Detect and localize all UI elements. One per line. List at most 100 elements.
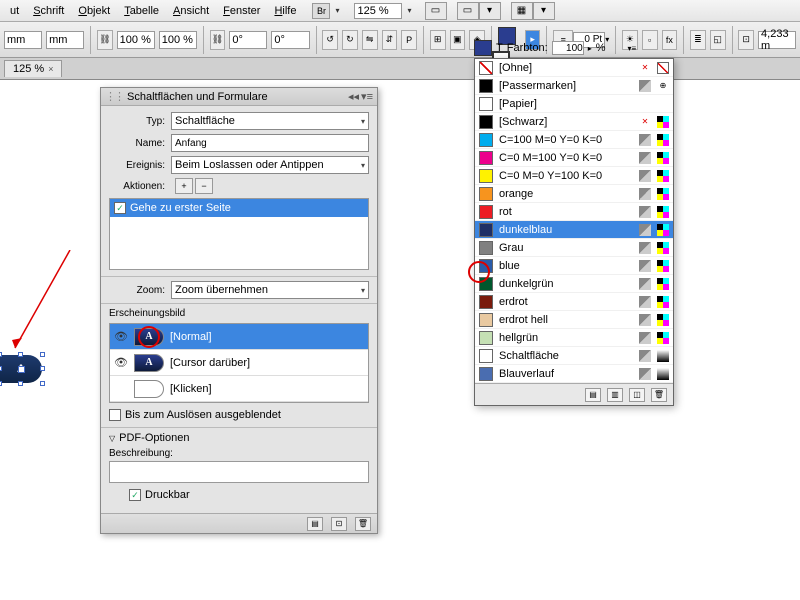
swatch-row[interactable]: Schaltfläche — [475, 347, 673, 365]
swatch-row[interactable]: [Schwarz]✕ — [475, 113, 673, 131]
action-checkbox-icon[interactable]: ✓ — [114, 202, 126, 214]
rotate-field[interactable]: 0° — [229, 31, 267, 49]
swatch-row[interactable]: blue — [475, 257, 673, 275]
scale-y-field[interactable]: 100 % — [159, 31, 197, 49]
link-icon[interactable]: ⛓ — [97, 30, 113, 50]
action-list[interactable]: ✓Gehe zu erster Seite — [109, 198, 369, 270]
para-icon[interactable]: P — [401, 30, 417, 50]
swatch-list[interactable]: [Ohne]✕[Passermarken]⊕ [Papier] [Schwarz]✕… — [475, 59, 673, 383]
swatch-row[interactable]: [Ohne]✕ — [475, 59, 673, 77]
swatch-row[interactable]: dunkelgrün — [475, 275, 673, 293]
menu-schrift[interactable]: Schrift — [27, 3, 70, 19]
printable-checkbox[interactable]: ✓ — [129, 489, 141, 501]
view-mode-icon[interactable]: ▭ — [425, 2, 447, 20]
pdf-options-section[interactable]: PDF-Optionen — [109, 432, 369, 444]
swatch-row[interactable]: erdrot hell — [475, 311, 673, 329]
frame-fit-icon[interactable]: ⊡ — [738, 30, 754, 50]
eye-icon[interactable]: 👁 — [114, 356, 128, 369]
swatch-row[interactable]: Grau — [475, 239, 673, 257]
description-field[interactable] — [109, 461, 369, 483]
panel-menu-icon[interactable]: ▾≡ — [628, 44, 637, 53]
action-row[interactable]: ✓Gehe zu erster Seite — [110, 199, 368, 217]
new-swatch-2-icon[interactable]: ▥ — [607, 388, 623, 402]
preview-icon[interactable]: ▤ — [307, 517, 323, 531]
rotate-ccw-icon[interactable]: ↺ — [322, 30, 338, 50]
swatch-row[interactable]: rot — [475, 203, 673, 221]
bridge-dropdown-icon[interactable]: ▾ — [332, 6, 342, 15]
trash-icon[interactable]: 🗑 — [355, 517, 371, 531]
trash-swatch-icon[interactable]: 🗑 — [651, 388, 667, 402]
state-click[interactable]: [Klicken] — [110, 376, 368, 402]
close-tab-icon[interactable]: × — [48, 64, 53, 74]
screen-mode-icon[interactable]: ▭ — [457, 2, 479, 20]
swatch-row[interactable]: C=0 M=0 Y=100 K=0 — [475, 167, 673, 185]
swatch-row[interactable]: Blauverlauf — [475, 365, 673, 383]
convert-icon[interactable]: ⊡ — [331, 517, 347, 531]
swatch-row[interactable]: hellgrün — [475, 329, 673, 347]
swatch-row[interactable]: C=100 M=0 Y=0 K=0 — [475, 131, 673, 149]
doc-tab[interactable]: 125 % × — [4, 60, 62, 77]
formatting-text-icon[interactable]: T — [496, 42, 503, 54]
swatch-row[interactable]: [Papier] — [475, 95, 673, 113]
swatch-color-icon — [479, 151, 493, 165]
swatch-color-icon — [479, 295, 493, 309]
menu-tabelle[interactable]: Tabelle — [118, 3, 165, 19]
corner-options-icon[interactable]: ◱ — [710, 30, 726, 50]
current-fill-icon[interactable] — [474, 40, 492, 56]
menu-fenster[interactable]: Fenster — [217, 3, 266, 19]
swatch-row[interactable]: dunkelblau — [475, 221, 673, 239]
dim-field[interactable]: 4,233 m — [758, 31, 796, 49]
type-select[interactable]: Schaltfläche — [171, 112, 369, 130]
scale-x-field[interactable]: 100 % — [117, 31, 155, 49]
arrange-icon[interactable]: ▦ — [511, 2, 533, 20]
menu-hilfe[interactable]: Hilfe — [268, 3, 302, 19]
bridge-icon[interactable]: Br — [312, 3, 330, 19]
pathfinder-icon[interactable]: ⊞ — [430, 30, 446, 50]
field-mm2[interactable]: mm — [46, 31, 84, 49]
rotate-cw-icon[interactable]: ↻ — [342, 30, 358, 50]
select-container-icon[interactable]: ▣ — [450, 30, 466, 50]
name-field[interactable] — [171, 134, 369, 152]
panel-menu-icon[interactable]: ▾≡ — [361, 90, 373, 103]
zoom-field[interactable]: ▾ — [354, 3, 414, 19]
flip-v-icon[interactable]: ⇵ — [382, 30, 398, 50]
type-label: Typ: — [109, 116, 165, 127]
screen-mode-dd-icon[interactable]: ▾ — [479, 2, 501, 20]
field-mm1[interactable]: mm — [4, 31, 42, 49]
tint-stepper-icon[interactable]: ▸ — [588, 44, 592, 53]
shear-field[interactable]: 0° — [271, 31, 309, 49]
panel-header[interactable]: ⋮⋮ Schaltflächen und Formulare ◂◂▾≡ — [101, 88, 377, 106]
new-swatch-3-icon[interactable]: ◫ — [629, 388, 645, 402]
add-action-icon[interactable]: + — [175, 178, 193, 194]
hidden-checkbox[interactable] — [109, 409, 121, 421]
menu-objekt[interactable]: Objekt — [72, 3, 116, 19]
printable-label: Druckbar — [145, 489, 190, 501]
state-rollover[interactable]: 👁A[Cursor darüber] — [110, 350, 368, 376]
swatch-name: [Papier] — [499, 98, 669, 110]
menu-layout[interactable]: ut — [4, 3, 25, 19]
panel-collapse-icon[interactable]: ◂◂ — [348, 90, 359, 103]
panel-title: Schaltflächen und Formulare — [127, 91, 268, 103]
flip-h-icon[interactable]: ⇋ — [362, 30, 378, 50]
state-normal[interactable]: 👁A[Normal] — [110, 324, 368, 350]
zoom-select[interactable]: Zoom übernehmen — [171, 281, 369, 299]
eye-icon[interactable]: 👁 — [114, 330, 128, 343]
doc-tab-label: 125 % — [13, 63, 44, 75]
button-object[interactable]: A — [0, 355, 42, 383]
swatch-row[interactable]: C=0 M=100 Y=0 K=0 — [475, 149, 673, 167]
drop-shadow-icon[interactable]: ▫ — [642, 30, 658, 50]
swatch-row[interactable]: orange — [475, 185, 673, 203]
remove-action-icon[interactable]: − — [195, 178, 213, 194]
menu-ansicht[interactable]: Ansicht — [167, 3, 215, 19]
swatch-name: Blauverlauf — [499, 368, 633, 380]
swatch-row[interactable]: erdrot — [475, 293, 673, 311]
event-select[interactable]: Beim Loslassen oder Antippen — [171, 156, 369, 174]
link2-icon[interactable]: ⛓ — [210, 30, 226, 50]
new-swatch-icon[interactable]: ▤ — [585, 388, 601, 402]
swatch-row[interactable]: [Passermarken]⊕ — [475, 77, 673, 95]
text-wrap-icon[interactable]: ≣ — [690, 30, 706, 50]
fx-icon[interactable]: fx — [662, 30, 678, 50]
swatch-name: blue — [499, 260, 633, 272]
arrange-dd-icon[interactable]: ▾ — [533, 2, 555, 20]
tint-field[interactable] — [552, 41, 584, 55]
